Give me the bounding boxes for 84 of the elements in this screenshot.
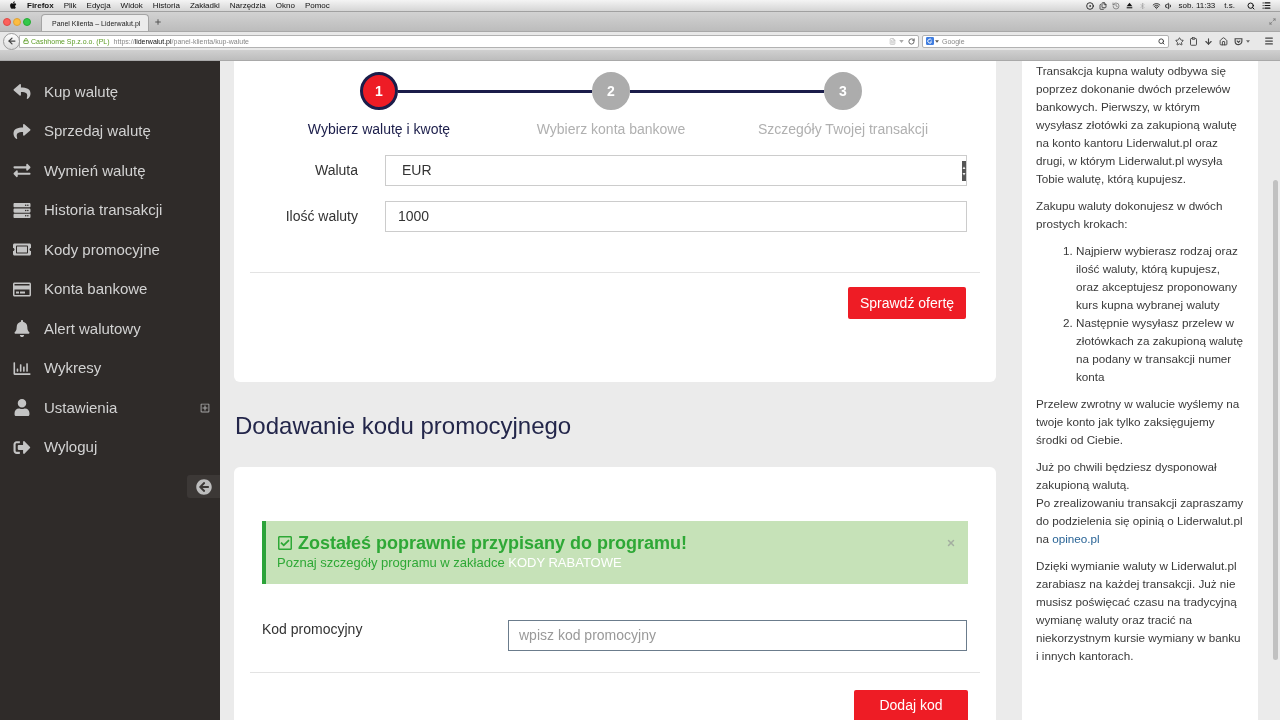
collapse-sidebar-button[interactable]: [187, 475, 220, 498]
bookmark-star-icon[interactable]: [1175, 36, 1184, 46]
bell-icon: [13, 320, 31, 338]
fullscreen-icon[interactable]: [1269, 18, 1276, 25]
reload-icon[interactable]: [908, 37, 915, 45]
scrollbar-thumb[interactable]: [1273, 180, 1278, 660]
list-item-text: Następnie wysyłasz przelew w złotówkach za zakupioną walutę na podany w transakcji numer konta: [1076, 315, 1244, 385]
back-arrow-icon: [6, 36, 17, 46]
menu-item[interactable]: Pomoc: [304, 1, 330, 10]
paragraph-text: Już po chwili będziesz dysponował zakupioną walutą. Po zrealizowaniu transakcji zapraszamy do podzielenia się opinią o Liderwalut.pl na opineo.pl: [1036, 459, 1245, 547]
sidebar-item[interactable]: Wyloguj: [0, 427, 220, 467]
download-icon[interactable]: [1204, 36, 1213, 46]
field-label: Kod promocyjny: [262, 620, 364, 638]
menu-item[interactable]: Zakładki: [189, 1, 220, 10]
clipboard-icon[interactable]: [1189, 36, 1198, 46]
sidebar-item[interactable]: Kody promocyjne: [0, 230, 220, 270]
sidebar-item[interactable]: Wymień walutę: [0, 151, 220, 191]
eject-icon[interactable]: [1125, 2, 1133, 9]
paragraph-text: Przelew zwrotny w walucie wyślemy na twoje konto jak tylko zaksięgujemy środki od Ciebie.: [1036, 396, 1241, 448]
exchange-arrows-icon: [13, 162, 31, 180]
sidebar-item[interactable]: Ustawienia: [0, 388, 220, 428]
paragraph-text: Zakupu waluty dokonujesz w dwóch prostych krokach:: [1036, 198, 1224, 232]
back-button[interactable]: [3, 32, 20, 50]
add-code-button[interactable]: Dodaj kod: [854, 690, 968, 720]
expand-icon[interactable]: [200, 402, 210, 413]
field-label: Ilość waluty: [284, 207, 358, 226]
menu-item[interactable]: Historia: [152, 1, 180, 10]
step-label: Wybierz konta bankowe: [536, 120, 686, 138]
user-name[interactable]: t.s.: [1224, 1, 1235, 10]
alert-title: Zostałeś poprawnie przypisany do programu!: [298, 532, 688, 554]
select-arrows-icon: [962, 159, 966, 182]
new-tab-icon[interactable]: [154, 17, 162, 26]
sidebar-item[interactable]: Kup walutę: [0, 72, 220, 112]
speaker-icon[interactable]: [1164, 1, 1173, 10]
menu-icon[interactable]: [1264, 36, 1274, 46]
menu-item[interactable]: Narzędzia: [229, 1, 266, 10]
text-link[interactable]: opineo.pl: [1052, 532, 1100, 545]
clock-text[interactable]: sob. 11:33: [1178, 1, 1216, 10]
apple-icon[interactable]: [9, 1, 17, 10]
reply-arrow-icon: [13, 83, 31, 101]
credit-card-icon: [13, 280, 31, 298]
record-icon[interactable]: [1085, 1, 1094, 10]
home-icon[interactable]: [1219, 36, 1228, 46]
clock-icon[interactable]: [1111, 1, 1120, 10]
menu-item[interactable]: Okno: [275, 1, 295, 10]
lock-icon: [23, 38, 29, 44]
list-item-text: Najpierw wybierasz rodzaj oraz ilość waluty, którą kupujesz, oraz akceptujesz proponowany kurs kupna wybranej waluty: [1076, 243, 1239, 313]
paragraph-text: Transakcja kupna waluty odbywa się poprzez dokonanie dwóch przelewów bankowych. Pierwszy, w którym wysyłasz złotówki za zakupioną walutę na konto kantoru Liderwalut.pl oraz drugi, w którym Liderwalut.pl wysyła Tobie walutę, którą kupujesz.: [1036, 63, 1238, 187]
amount-input[interactable]: 1000: [385, 201, 967, 232]
paragraph-text: Dzięki wymianie waluty w Liderwalut.pl zarabiasz na każdej transakcji. Już nie musisz poświęcać czasu na tradycyjną wymianę waluty oraz tracić na niekorzystnym kursie wymiany w banku i innych kantorach.: [1036, 558, 1242, 664]
step-label: Szczegóły Twojej transakcji: [757, 120, 929, 138]
sidebar-item[interactable]: Alert walutowy: [0, 309, 220, 349]
menu-item[interactable]: Widok: [120, 1, 143, 10]
sidebar-item[interactable]: Historia transakcji: [0, 190, 220, 230]
search-icon[interactable]: [1158, 37, 1165, 45]
menu-item[interactable]: Plik: [63, 1, 77, 10]
sidebar-item[interactable]: Sprzedaj walutę: [0, 111, 220, 151]
currency-select[interactable]: EUR: [385, 155, 967, 186]
caret-icon[interactable]: [935, 39, 939, 43]
share-arrow-icon: [13, 122, 31, 140]
ticket-icon: [13, 241, 31, 259]
shield-chevron-icon[interactable]: [1234, 36, 1243, 46]
bar-chart-icon: [13, 359, 31, 377]
stacked-bars-icon: [13, 201, 31, 219]
user-icon: [13, 399, 31, 417]
app-menu[interactable]: Firefox: [27, 1, 54, 10]
caret-icon[interactable]: [1246, 39, 1250, 43]
sidebar-item[interactable]: Wykresy: [0, 348, 220, 388]
search-engine-icon[interactable]: [926, 37, 934, 45]
check-offer-button[interactable]: Sprawdź ofertę: [848, 287, 966, 319]
list-number: 1.: [1063, 243, 1074, 259]
wifi-icon[interactable]: [1151, 1, 1161, 10]
close-window-icon[interactable]: [3, 17, 11, 26]
list-icon[interactable]: [1262, 1, 1271, 10]
list-number: 2.: [1063, 315, 1074, 331]
step-label: Wybierz walutę i kwotę: [307, 120, 451, 138]
menu-item[interactable]: Edycja: [86, 1, 111, 10]
sign-out-icon: [13, 438, 31, 456]
search-icon[interactable]: [1247, 1, 1255, 10]
field-label: Waluta: [313, 161, 358, 180]
section-heading: Dodawanie kodu promocyjnego: [235, 411, 573, 441]
sidebar-item[interactable]: Konta bankowe: [0, 269, 220, 309]
documents-icon[interactable]: [1098, 1, 1107, 10]
alert-message: Poznaj szczegóły programu w zakładce KODY RABATOWE: [277, 554, 623, 572]
